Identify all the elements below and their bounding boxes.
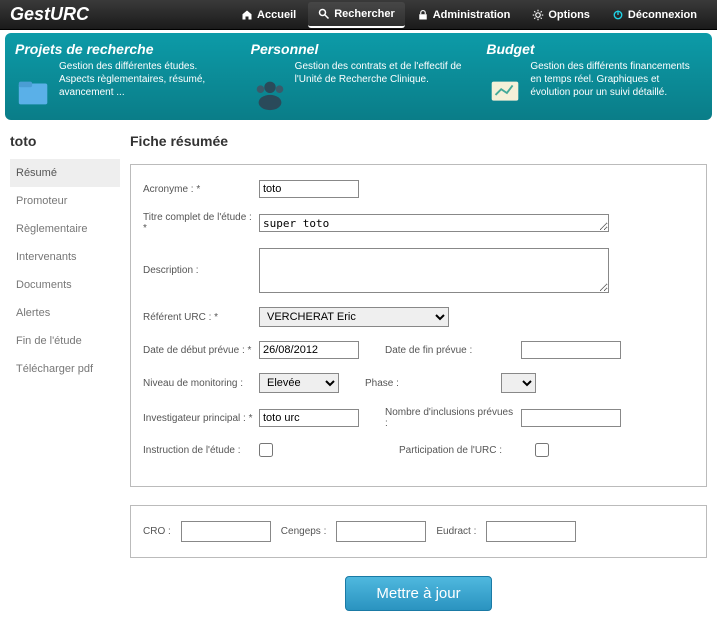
nav-accueil[interactable]: Accueil	[231, 2, 306, 28]
input-description[interactable]	[259, 248, 609, 293]
label-referent: Référent URC : *	[143, 312, 253, 323]
form-secondary: CRO : Cengeps : Eudract :	[130, 505, 707, 558]
label-cengeps: Cengeps :	[281, 526, 327, 537]
select-phase[interactable]	[501, 373, 536, 393]
label-inclusions: Nombre d'inclusions prévues :	[385, 407, 515, 429]
sidebar-item-reglementaire[interactable]: Règlementaire	[10, 215, 120, 243]
form-main: Acronyme : * Titre complet de l'étude : …	[130, 164, 707, 487]
label-participation: Participation de l'URC :	[399, 445, 529, 456]
banner-personnel[interactable]: Personnel Gestion des contrats et de l'e…	[251, 41, 467, 112]
label-date-fin: Date de fin prévue :	[385, 345, 515, 356]
people-icon	[251, 74, 289, 112]
label-acronyme: Acronyme : *	[143, 184, 253, 195]
power-icon	[612, 9, 624, 21]
app-logo: GestURC	[10, 4, 89, 25]
input-cengeps[interactable]	[336, 521, 426, 542]
sidebar-item-intervenants[interactable]: Intervenants	[10, 243, 120, 271]
banner-projets[interactable]: Projets de recherche Gestion des différe…	[15, 41, 231, 112]
label-investigateur: Investigateur principal : *	[143, 413, 253, 424]
banner: Projets de recherche Gestion des différe…	[5, 33, 712, 120]
search-icon	[318, 8, 330, 20]
input-titre[interactable]: super toto	[259, 214, 609, 232]
banner-budget[interactable]: Budget Gestion des différents financemen…	[486, 41, 702, 112]
topbar: GestURC Accueil Rechercher Administratio…	[0, 0, 717, 30]
gear-icon	[532, 9, 544, 21]
select-monitoring[interactable]: Elevée	[259, 373, 339, 393]
page-title: Fiche résumée	[130, 133, 707, 149]
label-description: Description :	[143, 265, 253, 276]
checkbox-participation[interactable]	[535, 443, 549, 457]
lock-icon	[417, 9, 429, 21]
sidebar-item-telecharger[interactable]: Télécharger pdf	[10, 355, 120, 383]
nav-deconnexion[interactable]: Déconnexion	[602, 2, 707, 28]
sidebar-item-alertes[interactable]: Alertes	[10, 299, 120, 327]
sidebar-item-promoteur[interactable]: Promoteur	[10, 187, 120, 215]
sidebar-item-documents[interactable]: Documents	[10, 271, 120, 299]
input-inclusions[interactable]	[521, 409, 621, 427]
main: Fiche résumée Acronyme : * Titre complet…	[130, 133, 707, 611]
sidebar-item-fin[interactable]: Fin de l'étude	[10, 327, 120, 355]
folder-icon	[15, 74, 53, 112]
label-eudract: Eudract :	[436, 526, 476, 537]
label-cro: CRO :	[143, 526, 171, 537]
submit-button[interactable]: Mettre à jour	[345, 576, 491, 611]
label-titre: Titre complet de l'étude : *	[143, 212, 253, 234]
sidebar: toto Résumé Promoteur Règlementaire Inte…	[10, 133, 120, 611]
select-referent[interactable]: VERCHERAT Eric	[259, 307, 449, 327]
nav-rechercher[interactable]: Rechercher	[308, 2, 405, 28]
chart-icon	[486, 74, 524, 112]
label-phase: Phase :	[365, 378, 495, 389]
input-date-fin[interactable]	[521, 341, 621, 359]
label-date-debut: Date de début prévue : *	[143, 345, 253, 356]
input-eudract[interactable]	[486, 521, 576, 542]
input-cro[interactable]	[181, 521, 271, 542]
sidebar-item-resume[interactable]: Résumé	[10, 159, 120, 187]
label-monitoring: Niveau de monitoring :	[143, 378, 253, 389]
nav-options[interactable]: Options	[522, 2, 600, 28]
label-instruction: Instruction de l'étude :	[143, 445, 253, 456]
topnav: Accueil Rechercher Administration Option…	[231, 2, 707, 28]
home-icon	[241, 9, 253, 21]
nav-administration[interactable]: Administration	[407, 2, 521, 28]
input-investigateur[interactable]	[259, 409, 359, 427]
sidebar-title: toto	[10, 133, 120, 149]
checkbox-instruction[interactable]	[259, 443, 273, 457]
input-acronyme[interactable]	[259, 180, 359, 198]
input-date-debut[interactable]	[259, 341, 359, 359]
